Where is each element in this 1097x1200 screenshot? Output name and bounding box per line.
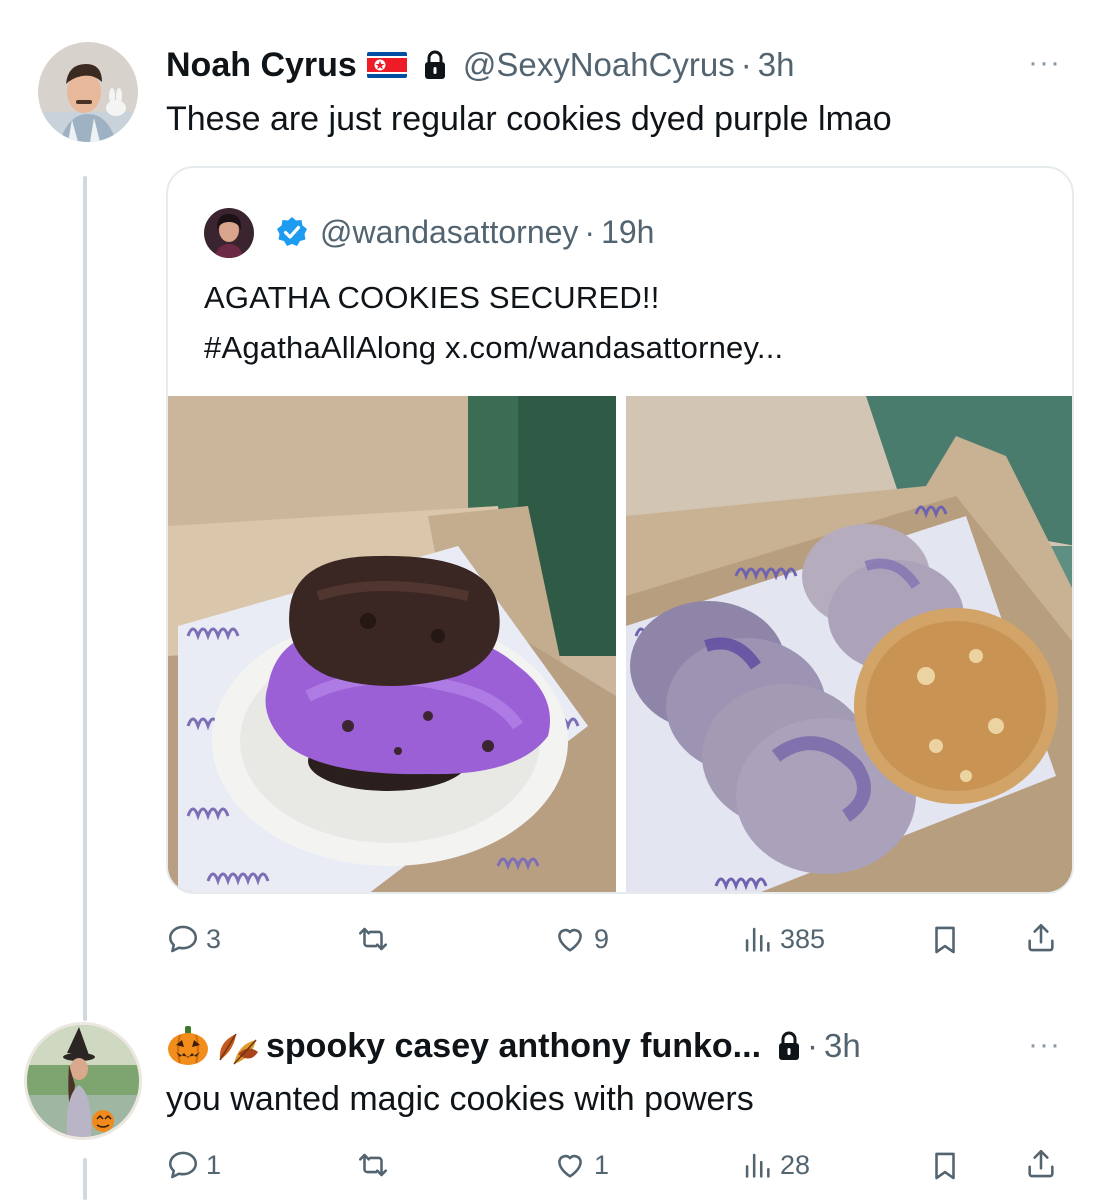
reply-button[interactable]: 3 (166, 922, 221, 956)
reply-text: you wanted magic cookies with powers (166, 1080, 754, 1118)
like-count: 9 (594, 923, 610, 954)
reply-more-options-icon[interactable]: ··· (1028, 1028, 1061, 1062)
quoted-text-line2: #AgathaAllAlong x.com/wandasattorney... (204, 330, 784, 365)
photo-ice-cream-cookie-sandwich[interactable] (168, 396, 616, 892)
retweet-icon (358, 1153, 388, 1177)
thread-line (83, 176, 87, 1021)
bookmark-icon (935, 926, 955, 954)
retweet-button[interactable] (355, 1148, 397, 1182)
bookmark-icon (935, 1152, 955, 1180)
like-button[interactable]: 1 (552, 1148, 609, 1182)
share-icon (1028, 1149, 1054, 1178)
reply-count: 1 (206, 1149, 222, 1180)
tweet-text: These are just regular cookies dyed purp… (166, 100, 892, 138)
quoted-timestamp[interactable]: 19h (601, 214, 654, 251)
reply-icon (168, 925, 198, 953)
quoted-avatar[interactable] (204, 208, 254, 258)
share-icon (1028, 923, 1054, 952)
timestamp[interactable]: 3h (758, 46, 795, 84)
view-count: 385 (780, 923, 826, 954)
separator-dot: · (584, 213, 596, 250)
separator-dot: · (807, 1027, 819, 1064)
share-button[interactable] (1024, 1146, 1058, 1182)
reply-icon (168, 1151, 198, 1179)
views-chart-icon (745, 927, 770, 952)
views-button[interactable]: 385 (740, 922, 825, 956)
bookmark-button[interactable] (928, 1148, 962, 1184)
reply-count: 3 (206, 923, 222, 954)
lock-icon (423, 50, 447, 80)
like-count: 1 (594, 1149, 610, 1180)
tweet-header: Noah Cyrus @SexyNoahCyrus · 3h (166, 44, 794, 86)
heart-icon (558, 928, 582, 952)
reply-button[interactable]: 1 (166, 1148, 221, 1182)
reply-header: spooky casey anthony funko... · 3h (166, 1024, 861, 1068)
quoted-handle[interactable]: @wandasattorney (320, 214, 578, 251)
tweet-action-bar: 3 9 385 (0, 914, 1097, 964)
quoted-text-line1: AGATHA COOKIES SECURED!! (204, 280, 660, 315)
jack-o-lantern-icon (166, 1025, 210, 1067)
reply-timestamp[interactable]: 3h (824, 1027, 861, 1065)
lock-icon (777, 1031, 801, 1061)
like-button[interactable]: 9 (552, 922, 609, 956)
more-options-icon[interactable]: ··· (1028, 46, 1061, 80)
quoted-header: @wandasattorney · 19h (276, 212, 654, 252)
separator-dot: · (740, 46, 752, 83)
views-button[interactable]: 28 (740, 1148, 810, 1182)
autumn-leaves-icon (214, 1024, 260, 1068)
retweet-icon (358, 927, 388, 951)
display-name[interactable]: Noah Cyrus (166, 46, 357, 85)
handle[interactable]: @SexyNoahCyrus (463, 46, 735, 84)
reply-display-name[interactable]: spooky casey anthony funko... (266, 1027, 761, 1066)
reply-action-bar: 1 1 28 (0, 1142, 1097, 1192)
view-count: 28 (780, 1149, 811, 1180)
share-button[interactable] (1024, 920, 1058, 956)
retweet-button[interactable] (355, 922, 397, 956)
bookmark-button[interactable] (928, 922, 962, 958)
verified-badge-icon (276, 216, 308, 248)
heart-icon (558, 1154, 582, 1178)
avatar[interactable] (38, 42, 138, 142)
north-korea-flag-icon (366, 52, 407, 78)
views-chart-icon (745, 1153, 770, 1178)
photo-purple-swirl-cookies[interactable] (626, 396, 1072, 892)
quoted-tweet-card[interactable]: @wandasattorney · 19h AGATHA COOKIES SEC… (166, 166, 1074, 894)
reply-avatar[interactable] (24, 1022, 142, 1140)
